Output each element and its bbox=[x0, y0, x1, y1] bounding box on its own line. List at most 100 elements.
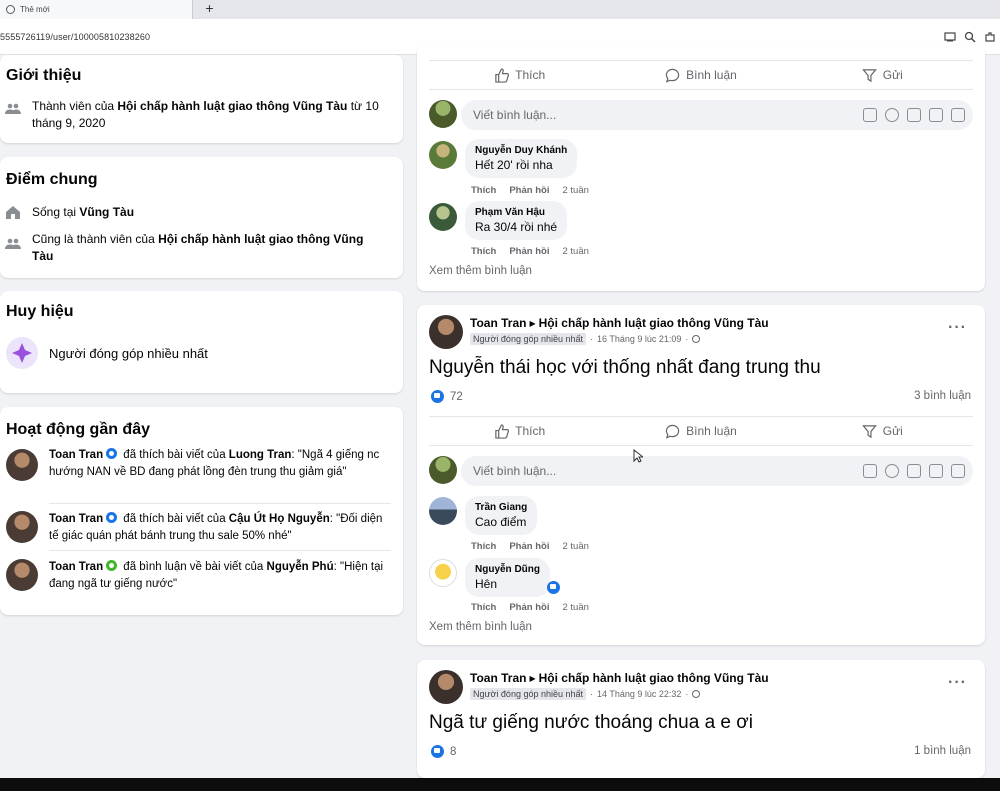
comment-input[interactable]: Viết bình luận... bbox=[461, 456, 973, 486]
see-more-comments-link[interactable]: Xem thêm bình luận bbox=[429, 621, 532, 633]
avatar[interactable] bbox=[429, 100, 457, 128]
emoji-icon[interactable] bbox=[885, 108, 899, 122]
write-comment-row: Viết bình luận... bbox=[429, 456, 973, 486]
like-button[interactable]: Thích bbox=[429, 417, 610, 445]
post-text: Ngã tư giếng nước thoáng chua a e ơi bbox=[429, 712, 753, 733]
comment-input[interactable]: Viết bình luận... bbox=[461, 100, 973, 130]
comment-reply-link[interactable]: Phản hồi bbox=[509, 602, 549, 613]
comment-button[interactable]: Bình luận bbox=[610, 417, 791, 445]
avatar[interactable] bbox=[6, 559, 38, 591]
badge-label[interactable]: Người đóng góp nhiều nhất bbox=[49, 345, 208, 362]
comment-reply-link[interactable]: Phản hồi bbox=[509, 185, 549, 196]
avatar[interactable] bbox=[429, 497, 457, 525]
avatar[interactable] bbox=[6, 511, 38, 543]
more-options-icon[interactable]: ··· bbox=[948, 674, 967, 692]
badges-title: Huy hiệu bbox=[6, 303, 74, 320]
sticker-icon[interactable] bbox=[863, 108, 877, 122]
sticker-icon[interactable] bbox=[863, 464, 877, 478]
activity-item[interactable]: Toan Tran đã thích bài viết của Cậu Út H… bbox=[49, 511, 389, 545]
avatar[interactable] bbox=[429, 456, 457, 484]
activity-title: Hoạt động gần đây bbox=[6, 421, 150, 438]
avatar-sticker-icon[interactable] bbox=[951, 464, 965, 478]
reaction-summary[interactable]: 72 bbox=[431, 390, 463, 403]
avatar[interactable] bbox=[429, 559, 457, 587]
comment-like-link[interactable]: Thích bbox=[471, 602, 496, 613]
emoji-icon[interactable] bbox=[885, 464, 899, 478]
avatar[interactable] bbox=[429, 670, 463, 704]
comment-meta: Thích Phản hồi 2 tuần bbox=[471, 185, 589, 196]
like-reaction-icon bbox=[431, 390, 444, 403]
comment-meta: Thích Phản hồi 2 tuần bbox=[471, 602, 589, 613]
avatar[interactable] bbox=[6, 449, 38, 481]
group-link[interactable]: Hội chấp hành luật giao thông Vũng Tàu bbox=[539, 316, 769, 330]
like-button[interactable]: Thích bbox=[429, 61, 610, 89]
activity-item[interactable]: Toan Tran đã bình luận về bài viết của N… bbox=[49, 559, 389, 593]
group-icon bbox=[5, 103, 21, 114]
activity-item[interactable]: Toan Tran đã thích bài viết của Luong Tr… bbox=[49, 447, 389, 481]
comment-button[interactable]: Bình luận bbox=[610, 61, 791, 89]
comment-bubble: Trần Giang Cao điểm bbox=[465, 496, 538, 535]
comment-time[interactable]: 2 tuần bbox=[562, 602, 588, 613]
post-card: Toan Tran ▶ Hội chấp hành luật giao thông … bbox=[417, 305, 985, 645]
send-button[interactable]: Gửi bbox=[792, 417, 973, 445]
comment-icon bbox=[665, 424, 680, 439]
globe-icon bbox=[692, 335, 701, 343]
arrow-right-icon: ▶ bbox=[529, 319, 536, 328]
comment-reply-link[interactable]: Phản hồi bbox=[509, 246, 549, 257]
comment-like-link[interactable]: Thích bbox=[471, 246, 496, 257]
reaction-count: 8 bbox=[450, 745, 457, 758]
contributor-badge[interactable]: Người đóng góp nhiều nhất bbox=[470, 333, 587, 345]
post-time[interactable]: 14 Tháng 9 lúc 22:32 bbox=[597, 689, 681, 699]
avatar[interactable] bbox=[429, 141, 457, 169]
comment-time[interactable]: 2 tuần bbox=[562, 246, 588, 257]
author-link[interactable]: Toan Tran bbox=[470, 316, 526, 330]
intro-title: Giới thiệu bbox=[6, 67, 82, 84]
comment-meta: Thích Phản hồi 2 tuần bbox=[471, 246, 589, 257]
post-text: Nguyễn thái học với thống nhất đang trun… bbox=[429, 357, 821, 378]
new-tab-button[interactable]: + bbox=[200, 0, 219, 19]
send-button[interactable]: Gửi bbox=[792, 61, 973, 89]
comment-count[interactable]: 1 bình luận bbox=[914, 745, 971, 757]
camera-icon[interactable] bbox=[907, 464, 921, 478]
lives-place-link[interactable]: Vũng Tàu bbox=[79, 205, 134, 219]
verified-badge-icon bbox=[106, 512, 118, 523]
author-link[interactable]: Toan Tran bbox=[470, 671, 526, 685]
mouse-cursor-icon bbox=[633, 449, 643, 463]
browser-tab[interactable]: Thẻ mới bbox=[0, 0, 193, 19]
like-reaction-icon bbox=[431, 745, 444, 758]
gif-icon[interactable] bbox=[929, 108, 943, 122]
url-field[interactable]: 5555726119/user/100005810238260 bbox=[0, 32, 150, 42]
contributor-badge[interactable]: Người đóng góp nhiều nhất bbox=[470, 688, 587, 700]
also-member-text: Cũng là thành viên của Hội chấp hành luậ… bbox=[32, 232, 364, 263]
cast-icon[interactable] bbox=[944, 30, 956, 42]
group-link[interactable]: Hội chấp hành luật giao thông Vũng Tàu bbox=[539, 671, 769, 685]
avatar-sticker-icon[interactable] bbox=[951, 108, 965, 122]
camera-icon[interactable] bbox=[907, 108, 921, 122]
comment-time[interactable]: 2 tuần bbox=[562, 541, 588, 552]
avatar[interactable] bbox=[429, 203, 457, 231]
comment-bubble: Nguyễn Duy Khánh Hết 20' rồi nha bbox=[465, 139, 578, 178]
comment-count[interactable]: 3 bình luận bbox=[914, 390, 971, 402]
avatar[interactable] bbox=[429, 315, 463, 349]
browser-tabbar: Thẻ mới + bbox=[0, 0, 1000, 19]
more-options-icon[interactable]: ··· bbox=[948, 319, 967, 337]
post-author: Toan Tran ▶ Hội chấp hành luật giao thông … bbox=[470, 316, 769, 330]
comment-like-link[interactable]: Thích bbox=[471, 541, 496, 552]
post-actions: Thích Bình luận Gửi bbox=[429, 60, 973, 90]
see-more-comments-link[interactable]: Xem thêm bình luận bbox=[429, 265, 532, 277]
zoom-icon[interactable] bbox=[964, 30, 976, 43]
gif-icon[interactable] bbox=[929, 464, 943, 478]
post-time[interactable]: 16 Tháng 9 lúc 21:09 bbox=[597, 334, 681, 344]
extension-icon[interactable] bbox=[984, 30, 996, 42]
home-icon bbox=[6, 206, 20, 219]
comment-meta: Thích Phản hồi 2 tuần bbox=[471, 541, 589, 552]
comment-reply-link[interactable]: Phản hồi bbox=[509, 541, 549, 552]
intro-member-text: Thành viên của Hội chấp hành luật giao t… bbox=[32, 99, 379, 130]
group-link[interactable]: Hội chấp hành luật giao thông Vũng Tàu bbox=[117, 99, 347, 113]
reaction-summary[interactable]: 8 bbox=[431, 745, 456, 758]
post-author: Toan Tran ▶ Hội chấp hành luật giao thông … bbox=[470, 671, 769, 685]
comment-like-link[interactable]: Thích bbox=[471, 185, 496, 196]
comment-time[interactable]: 2 tuần bbox=[562, 185, 588, 196]
comment-tools bbox=[863, 108, 965, 122]
tab-title: Thẻ mới bbox=[20, 5, 50, 14]
